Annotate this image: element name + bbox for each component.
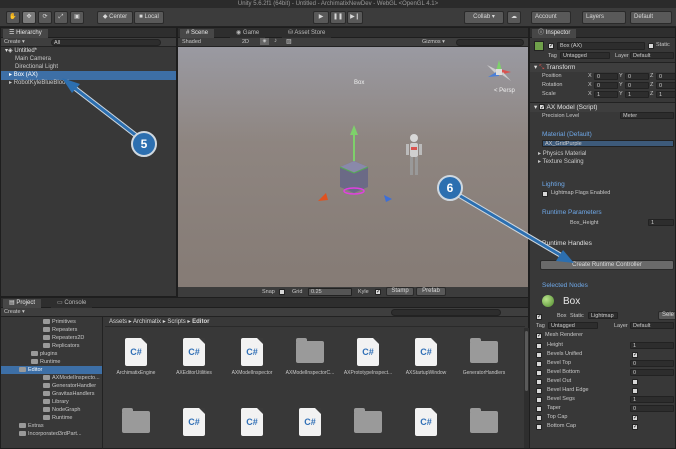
- step-5-badge: 5: [131, 131, 157, 157]
- step-6-badge: 6: [437, 175, 463, 201]
- annotation-arrows: [62, 78, 574, 263]
